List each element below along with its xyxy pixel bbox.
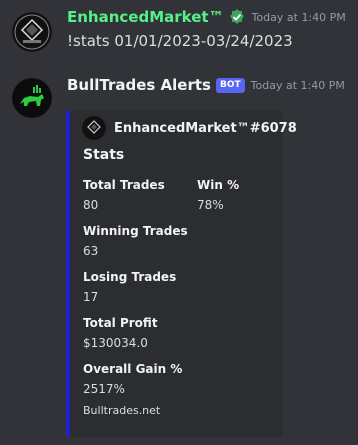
- field-win-percent: Win % 78%: [197, 177, 239, 213]
- field-value: 17: [83, 290, 99, 304]
- field-name: Winning Trades: [83, 224, 188, 238]
- field-name: Win %: [197, 178, 240, 192]
- verified-check-icon: [228, 8, 246, 26]
- field-value: 78%: [197, 198, 224, 212]
- author-avatar-icon: [82, 116, 106, 140]
- username[interactable]: BullTrades Alerts: [67, 76, 211, 94]
- stats-embed: EnhancedMarket™#6078 Stats Total Trades …: [66, 110, 297, 437]
- field-total-profit: Total Profit $130034.0: [83, 315, 158, 351]
- embed-author: EnhancedMarket™#6078: [82, 116, 297, 140]
- field-name: Total Trades: [83, 178, 165, 192]
- field-value: $130034.0: [83, 336, 148, 350]
- field-value: 63: [83, 244, 99, 258]
- bot-tag: BOT: [215, 77, 245, 93]
- embed-author-name[interactable]: EnhancedMarket™#6078: [114, 121, 297, 136]
- field-overall-gain: Overall Gain % 2517%: [83, 361, 182, 397]
- field-value: 80: [83, 198, 99, 212]
- field-value: 2517%: [83, 382, 125, 396]
- message-enhancedmarket: EnhancedMarket™ Today at 1:40 PM !stats …: [0, 0, 358, 60]
- message-content: !stats 01/01/2023-03/24/2023: [67, 32, 293, 50]
- field-total-trades: Total Trades 80: [83, 177, 165, 213]
- embed-title: Stats: [83, 147, 125, 163]
- field-name: Losing Trades: [83, 270, 177, 284]
- bulltrades-avatar[interactable]: [12, 78, 52, 118]
- timestamp: Today at 1:40 PM: [250, 78, 345, 92]
- timestamp: Today at 1:40 PM: [251, 10, 346, 24]
- embed-footer: Bulltrades.net: [83, 404, 161, 417]
- field-winning-trades: Winning Trades 63: [83, 223, 188, 259]
- enhancedmarket-avatar[interactable]: [12, 12, 52, 52]
- field-name: Total Profit: [83, 316, 158, 330]
- field-losing-trades: Losing Trades 17: [83, 269, 176, 305]
- field-name: Overall Gain %: [83, 362, 183, 376]
- username[interactable]: EnhancedMarket™: [67, 8, 224, 26]
